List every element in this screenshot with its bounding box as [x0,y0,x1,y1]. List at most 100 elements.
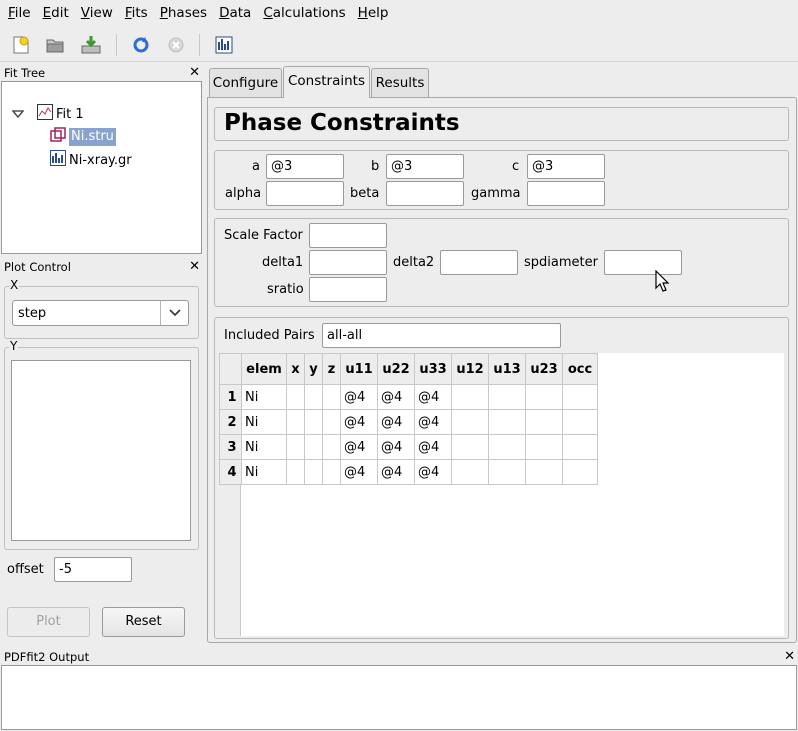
table-cell[interactable]: @4 [377,434,415,460]
plot-button[interactable]: Plot [7,607,90,637]
included-pairs-input[interactable]: all-all [322,323,561,348]
delta2-input[interactable] [440,250,518,275]
table-cell[interactable]: @4 [377,384,415,410]
beta-input[interactable] [386,181,464,206]
b-input[interactable]: @3 [386,154,464,179]
reset-button[interactable]: Reset [102,607,185,637]
plot-icon[interactable] [213,34,235,56]
row-header[interactable]: 3 [219,434,242,460]
table-cell[interactable] [322,384,341,410]
table-row[interactable]: 4 Ni @4 @4 @4 [219,459,598,485]
table-cell[interactable] [322,459,341,485]
column-header[interactable]: u33 [414,353,452,385]
table-cell[interactable]: @4 [414,434,452,460]
c-input[interactable]: @3 [527,154,605,179]
menu-view[interactable]: View [77,2,117,24]
row-header[interactable]: 2 [219,409,242,435]
column-header[interactable]: elem [241,353,287,385]
table-cell[interactable] [525,434,563,460]
table-cell[interactable]: @4 [414,409,452,435]
new-fit-icon[interactable] [10,34,32,56]
table-cell[interactable] [562,409,598,435]
tab-results[interactable]: Results [371,68,429,98]
menu-data[interactable]: Data [215,2,255,24]
tree-item-fit[interactable]: Fit 1 [11,104,84,124]
table-cell[interactable] [488,459,526,485]
table-cell[interactable]: @4 [377,459,415,485]
table-cell[interactable] [322,409,341,435]
table-cell[interactable] [488,384,526,410]
table-cell[interactable]: Ni [241,434,287,460]
table-row[interactable]: 1 Ni @4 @4 @4 [219,384,598,410]
table-row[interactable]: 3 Ni @4 @4 @4 [219,434,598,460]
table-cell[interactable] [488,434,526,460]
column-header[interactable]: y [304,353,323,385]
menu-help[interactable]: Help [354,2,393,24]
open-icon[interactable] [44,34,66,56]
table-cell[interactable] [525,384,563,410]
alpha-input[interactable] [266,181,344,206]
column-header[interactable]: z [322,353,341,385]
delta1-input[interactable] [309,250,387,275]
collapse-arrow-icon[interactable] [11,107,27,122]
table-cell[interactable] [322,434,341,460]
menu-file[interactable]: File [4,2,35,24]
table-cell[interactable]: @4 [340,459,378,485]
table-cell[interactable] [488,409,526,435]
table-cell[interactable]: @4 [340,434,378,460]
atom-constraints-table[interactable]: elem x y z u11 u22 u33 u12 u13 u23 occ 1… [219,353,784,636]
table-cell[interactable] [286,409,305,435]
table-cell[interactable]: Ni [241,384,287,410]
chevron-down-icon[interactable] [160,301,188,325]
table-cell[interactable]: @4 [377,409,415,435]
tree-item-dataset[interactable]: Ni-xray.gr [50,150,132,170]
table-cell[interactable] [451,434,489,460]
x-select[interactable]: step [12,300,189,326]
output-console[interactable] [1,665,797,730]
column-header[interactable]: u12 [451,353,489,385]
y-list[interactable] [11,360,191,541]
table-cell[interactable] [304,384,323,410]
table-cell[interactable] [525,459,563,485]
close-icon[interactable]: ✕ [784,649,795,664]
table-cell[interactable] [451,384,489,410]
close-icon[interactable]: ✕ [189,65,200,80]
table-cell[interactable]: @4 [414,384,452,410]
table-cell[interactable]: Ni [241,409,287,435]
refresh-icon[interactable] [130,34,152,56]
menu-calculations[interactable]: Calculations [259,2,349,24]
table-cell[interactable]: @4 [340,384,378,410]
table-row[interactable]: 2 Ni @4 @4 @4 [219,409,598,435]
menu-fits[interactable]: Fits [121,2,152,24]
table-cell[interactable] [562,434,598,460]
menu-edit[interactable]: Edit [39,2,73,24]
column-header[interactable]: u11 [340,353,378,385]
row-header[interactable]: 4 [219,459,242,485]
column-header[interactable]: x [286,353,305,385]
offset-input[interactable]: -5 [54,557,132,582]
table-cell[interactable] [562,459,598,485]
corner-header[interactable] [219,353,242,385]
table-cell[interactable] [562,384,598,410]
table-cell[interactable] [286,459,305,485]
scale-factor-input[interactable] [309,223,387,248]
table-cell[interactable]: @4 [340,409,378,435]
table-cell[interactable] [286,384,305,410]
tree-item-phase[interactable]: Ni.stru [50,127,116,147]
column-header[interactable]: u13 [488,353,526,385]
column-header[interactable]: u23 [525,353,563,385]
table-cell[interactable] [304,459,323,485]
table-cell[interactable] [304,409,323,435]
column-header[interactable]: occ [562,353,598,385]
tab-constraints[interactable]: Constraints [283,66,370,98]
table-cell[interactable] [525,409,563,435]
gamma-input[interactable] [527,181,605,206]
menu-phases[interactable]: Phases [156,2,211,24]
tab-configure[interactable]: Configure [209,68,282,98]
table-cell[interactable] [286,434,305,460]
spdiameter-input[interactable] [604,250,682,275]
close-icon[interactable]: ✕ [189,259,200,274]
sratio-input[interactable] [309,277,387,302]
table-cell[interactable] [451,409,489,435]
row-header[interactable]: 1 [219,384,242,410]
